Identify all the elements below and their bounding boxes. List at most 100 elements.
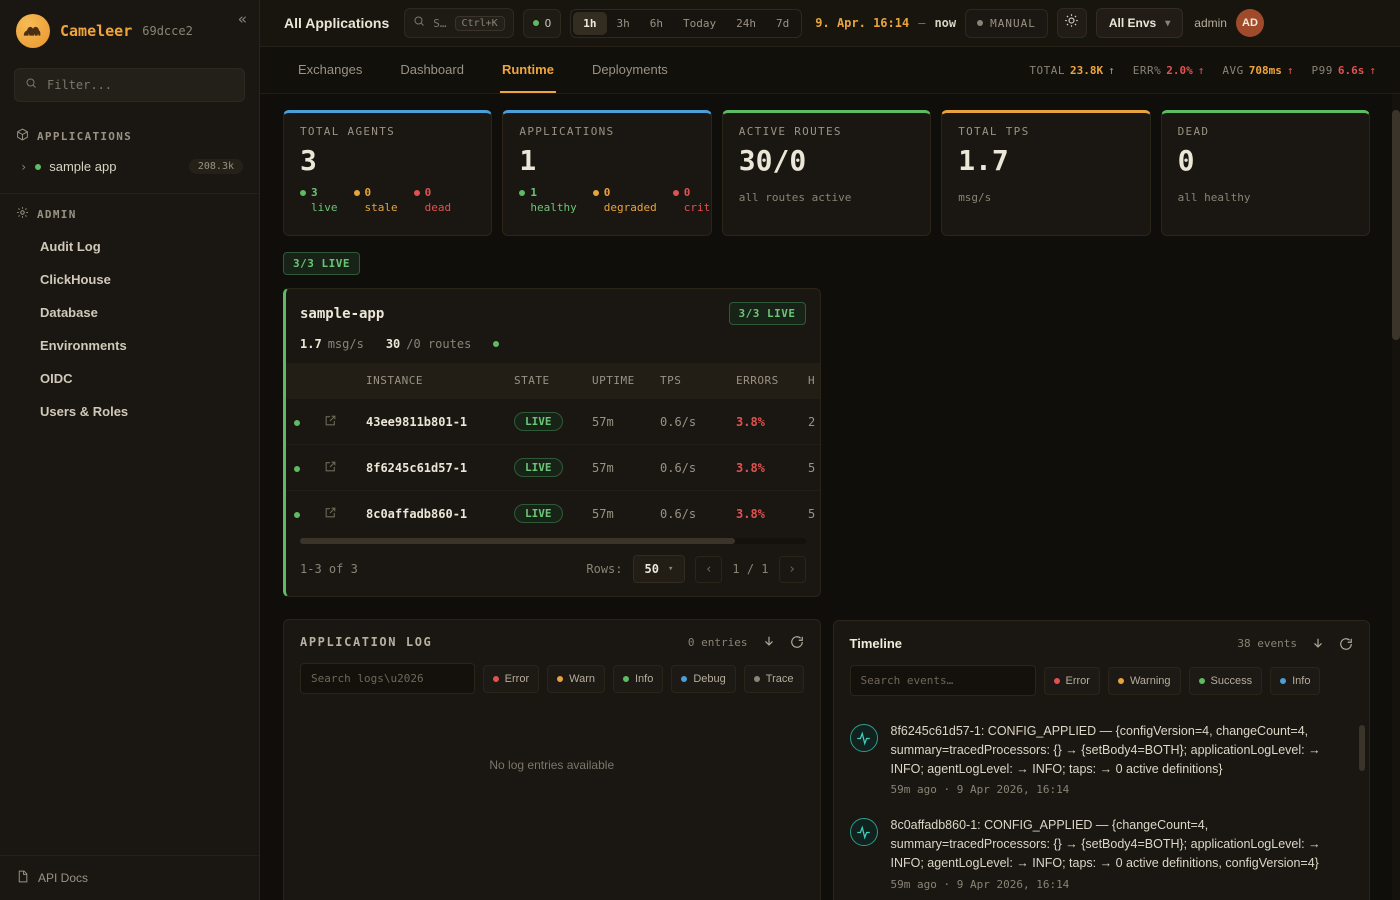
time-range-24h[interactable]: 24h: [726, 12, 766, 35]
info-dot: [1280, 678, 1286, 684]
table-row[interactable]: 8f6245c61d57-1 LIVE 57m 0.6/s 3.8% 5: [286, 445, 820, 491]
time-range-7d[interactable]: 7d: [766, 12, 799, 35]
col-uptime[interactable]: UPTIME: [584, 363, 652, 399]
application-log-title: APPLICATION LOG: [300, 635, 432, 649]
state-badge: LIVE: [514, 458, 563, 477]
refresh-icon[interactable]: [1339, 637, 1353, 651]
global-search[interactable]: S… Ctrl+K: [404, 8, 513, 38]
timeline-filter-success[interactable]: Success: [1189, 667, 1263, 695]
errors-cell: 3.8%: [728, 491, 800, 537]
timeline-scrollbar[interactable]: [1359, 725, 1365, 900]
timeline-scrollbar-thumb[interactable]: [1359, 725, 1365, 771]
range-end-time[interactable]: now: [934, 16, 956, 30]
sample-app-label: sample app: [49, 159, 116, 174]
sidebar-item-clickhouse[interactable]: ClickHouse: [0, 263, 259, 296]
external-link-icon[interactable]: [324, 508, 337, 522]
download-icon[interactable]: [762, 635, 776, 649]
time-range-today[interactable]: Today: [673, 12, 726, 35]
timeline-filter-error[interactable]: Error: [1044, 667, 1100, 695]
state-badge: LIVE: [514, 412, 563, 431]
avatar[interactable]: AD: [1236, 9, 1264, 37]
next-page-button[interactable]: ›: [779, 556, 806, 583]
timeline-filter-warning[interactable]: Warning: [1108, 667, 1181, 695]
table-row[interactable]: 8c0affadb860-1 LIVE 57m 0.6/s 3.8% 5: [286, 491, 820, 537]
activity-pulse-icon: [850, 724, 878, 752]
heap-cell: 5: [800, 491, 820, 537]
timeline-event[interactable]: 8f6245c61d57-1: CONFIG_APPLIED — {config…: [850, 712, 1348, 806]
stat-card-dead: DEAD 0 all healthy: [1161, 110, 1370, 236]
online-toggle[interactable]: O: [523, 9, 562, 38]
stat-card-value: 1.7: [958, 144, 1133, 177]
environment-select[interactable]: All Envs ▾: [1096, 8, 1183, 38]
main-scrollbar-thumb[interactable]: [1392, 110, 1400, 340]
sidebar-filter[interactable]: [14, 68, 245, 102]
log-filter-trace[interactable]: Trace: [744, 665, 804, 693]
col-tps[interactable]: TPS: [652, 363, 728, 399]
time-range-group: 1h 3h 6h Today 24h 7d: [570, 9, 802, 38]
app-health-dot: [493, 341, 499, 347]
sidebar-collapse-button[interactable]: «: [238, 10, 247, 28]
external-link-icon[interactable]: [324, 416, 337, 430]
instance-id: 43ee9811b801-1: [358, 399, 506, 445]
col-errors[interactable]: ERRORS: [728, 363, 800, 399]
log-filter-error[interactable]: Error: [483, 665, 539, 693]
timeline-filter-row: Error Warning Success Info: [834, 663, 1370, 708]
app-name[interactable]: sample-app: [300, 306, 384, 322]
sidebar-filter-input[interactable]: [45, 77, 234, 93]
manual-refresh-button[interactable]: MANUAL: [965, 9, 1048, 38]
main-scrollbar[interactable]: [1392, 94, 1400, 900]
sidebar-item-sample-app[interactable]: › sample app 208.3k: [0, 152, 259, 181]
time-range-6h[interactable]: 6h: [640, 12, 673, 35]
heap-cell: 5: [800, 445, 820, 491]
refresh-icon[interactable]: [790, 635, 804, 649]
log-search-input[interactable]: [300, 663, 475, 694]
col-instance[interactable]: INSTANCE: [358, 363, 506, 399]
timeline-filter-info[interactable]: Info: [1270, 667, 1320, 695]
admin-section-header: ADMIN: [0, 196, 259, 230]
status-dot-red: [673, 190, 679, 196]
tab-dashboard[interactable]: Dashboard: [398, 47, 466, 93]
horizontal-scrollbar-thumb[interactable]: [300, 538, 735, 544]
apps-critical: 0 criti: [673, 186, 712, 214]
sidebar-item-oidc[interactable]: OIDC: [0, 362, 259, 395]
sidebar-item-environments[interactable]: Environments: [0, 329, 259, 362]
rows-per-page-select[interactable]: 50 ▾: [633, 555, 686, 583]
log-filter-info[interactable]: Info: [613, 665, 663, 693]
info-dot: [623, 676, 629, 682]
sidebar-item-users-roles[interactable]: Users & Roles: [0, 395, 259, 428]
tab-deployments[interactable]: Deployments: [590, 47, 670, 93]
sidebar-item-audit-log[interactable]: Audit Log: [0, 230, 259, 263]
theme-toggle-button[interactable]: [1057, 8, 1087, 38]
time-range-3h[interactable]: 3h: [607, 12, 640, 35]
heap-cell: 2: [800, 399, 820, 445]
stat-card-title: ACTIVE ROUTES: [739, 125, 914, 138]
content-area: All Applications S… Ctrl+K O 1h 3h 6h To…: [260, 0, 1400, 900]
table-row[interactable]: 43ee9811b801-1 LIVE 57m 0.6/s 3.8% 2: [286, 399, 820, 445]
instance-status-dot: [294, 466, 300, 472]
timeline-panel: Timeline 38 events Error Warning Succ: [833, 620, 1371, 900]
document-icon: [16, 870, 29, 886]
main-content: TOTAL AGENTS 3 3 live 0 stale 0: [260, 94, 1400, 900]
range-start-time[interactable]: 9. Apr. 16:14: [815, 16, 909, 30]
horizontal-scrollbar[interactable]: [300, 538, 806, 544]
download-icon[interactable]: [1311, 637, 1325, 651]
time-range-1h[interactable]: 1h: [573, 12, 606, 35]
event-text: 8c0affadb860-1: CONFIG_APPLIED — {change…: [891, 816, 1348, 872]
tab-exchanges[interactable]: Exchanges: [296, 47, 364, 93]
timeline-search-input[interactable]: [850, 665, 1036, 696]
sidebar-item-database[interactable]: Database: [0, 296, 259, 329]
stat-card-value: 3: [300, 144, 475, 177]
col-state[interactable]: STATE: [506, 363, 584, 399]
timeline-event[interactable]: 8c0affadb860-1: CONFIG_APPLIED — {change…: [850, 806, 1348, 900]
api-docs-link[interactable]: API Docs: [0, 855, 259, 900]
debug-dot: [681, 676, 687, 682]
uptime-cell: 57m: [584, 491, 652, 537]
external-link-icon[interactable]: [324, 462, 337, 476]
event-time: 59m ago · 9 Apr 2026, 16:14: [891, 783, 1348, 796]
cameleer-logo-icon: [16, 14, 50, 48]
log-filter-debug[interactable]: Debug: [671, 665, 735, 693]
col-heap[interactable]: H: [800, 363, 820, 399]
log-filter-warn[interactable]: Warn: [547, 665, 605, 693]
tab-runtime[interactable]: Runtime: [500, 47, 556, 93]
prev-page-button[interactable]: ‹: [695, 556, 722, 583]
